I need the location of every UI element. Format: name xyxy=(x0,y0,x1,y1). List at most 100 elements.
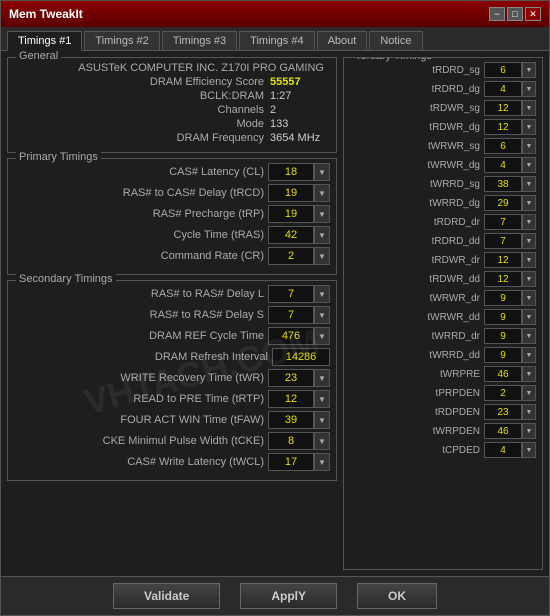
minimize-button[interactable]: − xyxy=(489,7,505,21)
primary-row-3: Cycle Time (tRAS) ▼ xyxy=(14,226,330,244)
tertiary-dropdown-4[interactable]: ▼ xyxy=(522,138,536,154)
tertiary-input-14[interactable] xyxy=(484,328,522,344)
secondary-input-7[interactable] xyxy=(268,432,314,450)
tertiary-row-label-18: tRDPDEN xyxy=(350,407,480,418)
tertiary-dropdown-18[interactable]: ▼ xyxy=(522,404,536,420)
secondary-dropdown-5[interactable]: ▼ xyxy=(314,390,330,408)
close-button[interactable]: ✕ xyxy=(525,7,541,21)
tertiary-dropdown-20[interactable]: ▼ xyxy=(522,442,536,458)
tertiary-dropdown-7[interactable]: ▼ xyxy=(522,195,536,211)
secondary-row-1: RAS# to RAS# Delay S ▼ xyxy=(14,306,330,324)
secondary-dropdown-8[interactable]: ▼ xyxy=(314,453,330,471)
secondary-input-2[interactable] xyxy=(268,327,314,345)
primary-dropdown-1[interactable]: ▼ xyxy=(314,184,330,202)
secondary-dropdown-7[interactable]: ▼ xyxy=(314,432,330,450)
primary-input-3[interactable] xyxy=(268,226,314,244)
tertiary-dropdown-11[interactable]: ▼ xyxy=(522,271,536,287)
tertiary-input-6[interactable] xyxy=(484,176,522,192)
tertiary-dropdown-10[interactable]: ▼ xyxy=(522,252,536,268)
tertiary-row-18: tRDPDEN ▼ xyxy=(350,404,536,420)
tertiary-dropdown-12[interactable]: ▼ xyxy=(522,290,536,306)
tertiary-input-5[interactable] xyxy=(484,157,522,173)
tab-timings1[interactable]: Timings #1 xyxy=(7,31,82,51)
secondary-input-0[interactable] xyxy=(268,285,314,303)
tertiary-input-17[interactable] xyxy=(484,385,522,401)
tertiary-row-14: tWRRD_dr ▼ xyxy=(350,328,536,344)
secondary-dropdown-6[interactable]: ▼ xyxy=(314,411,330,429)
secondary-row-label-4: WRITE Recovery Time (tWR) xyxy=(14,372,264,384)
apply-button[interactable]: ApplY xyxy=(240,583,337,609)
tertiary-input-18[interactable] xyxy=(484,404,522,420)
secondary-dropdown-1[interactable]: ▼ xyxy=(314,306,330,324)
tertiary-dropdown-9[interactable]: ▼ xyxy=(522,233,536,249)
tertiary-input-7[interactable] xyxy=(484,195,522,211)
tertiary-row-label-6: tWRRD_sg xyxy=(350,179,480,190)
tertiary-input-2[interactable] xyxy=(484,100,522,116)
maximize-button[interactable]: □ xyxy=(507,7,523,21)
tertiary-input-0[interactable] xyxy=(484,62,522,78)
validate-button[interactable]: Validate xyxy=(113,583,220,609)
tertiary-dropdown-13[interactable]: ▼ xyxy=(522,309,536,325)
tertiary-dropdown-8[interactable]: ▼ xyxy=(522,214,536,230)
secondary-input-1[interactable] xyxy=(268,306,314,324)
tertiary-input-9[interactable] xyxy=(484,233,522,249)
tertiary-input-11[interactable] xyxy=(484,271,522,287)
tertiary-input-15[interactable] xyxy=(484,347,522,363)
tertiary-dropdown-5[interactable]: ▼ xyxy=(522,157,536,173)
secondary-input-5[interactable] xyxy=(268,390,314,408)
right-panel: Tertiary Timings tRDRD_sg ▼ tRDRD_dg ▼ t… xyxy=(343,57,543,570)
tab-about[interactable]: About xyxy=(317,31,368,50)
secondary-input-6[interactable] xyxy=(268,411,314,429)
dram-efficiency-label: DRAM Efficiency Score xyxy=(150,76,264,88)
primary-dropdown-4[interactable]: ▼ xyxy=(314,247,330,265)
tertiary-input-19[interactable] xyxy=(484,423,522,439)
tertiary-dropdown-15[interactable]: ▼ xyxy=(522,347,536,363)
tertiary-dropdown-6[interactable]: ▼ xyxy=(522,176,536,192)
secondary-dropdown-2[interactable]: ▼ xyxy=(314,327,330,345)
tab-timings2[interactable]: Timings #2 xyxy=(84,31,159,50)
secondary-input-4[interactable] xyxy=(268,369,314,387)
tertiary-input-13[interactable] xyxy=(484,309,522,325)
main-content: VHTACH.COM General ASUSTeK COMPUTER INC.… xyxy=(1,51,549,576)
tertiary-input-4[interactable] xyxy=(484,138,522,154)
primary-dropdown-0[interactable]: ▼ xyxy=(314,163,330,181)
tertiary-input-1[interactable] xyxy=(484,81,522,97)
tertiary-dropdown-3[interactable]: ▼ xyxy=(522,119,536,135)
ok-button[interactable]: OK xyxy=(357,583,437,609)
tab-timings4[interactable]: Timings #4 xyxy=(239,31,314,50)
tab-timings3[interactable]: Timings #3 xyxy=(162,31,237,50)
primary-dropdown-2[interactable]: ▼ xyxy=(314,205,330,223)
primary-dropdown-3[interactable]: ▼ xyxy=(314,226,330,244)
left-panel: General ASUSTeK COMPUTER INC. Z170I PRO … xyxy=(7,57,337,570)
secondary-dropdown-0[interactable]: ▼ xyxy=(314,285,330,303)
tertiary-dropdown-17[interactable]: ▼ xyxy=(522,385,536,401)
tertiary-input-12[interactable] xyxy=(484,290,522,306)
tertiary-dropdown-0[interactable]: ▼ xyxy=(522,62,536,78)
tertiary-dropdown-1[interactable]: ▼ xyxy=(522,81,536,97)
primary-row-1: RAS# to CAS# Delay (tRCD) ▼ xyxy=(14,184,330,202)
secondary-input-8[interactable] xyxy=(268,453,314,471)
title-bar: Mem TweakIt − □ ✕ xyxy=(1,1,549,27)
tertiary-dropdown-16[interactable]: ▼ xyxy=(522,366,536,382)
tertiary-input-3[interactable] xyxy=(484,119,522,135)
tertiary-row-label-10: tRDWR_dr xyxy=(350,255,480,266)
primary-input-4[interactable] xyxy=(268,247,314,265)
tertiary-input-16[interactable] xyxy=(484,366,522,382)
tertiary-dropdown-2[interactable]: ▼ xyxy=(522,100,536,116)
tertiary-dropdown-14[interactable]: ▼ xyxy=(522,328,536,344)
tertiary-dropdown-19[interactable]: ▼ xyxy=(522,423,536,439)
secondary-row-label-7: CKE Minimul Pulse Width (tCKE) xyxy=(14,435,264,447)
tertiary-input-8[interactable] xyxy=(484,214,522,230)
primary-input-0[interactable] xyxy=(268,163,314,181)
tertiary-row-15: tWRRD_dd ▼ xyxy=(350,347,536,363)
tertiary-input-10[interactable] xyxy=(484,252,522,268)
tertiary-row-label-2: tRDWR_sg xyxy=(350,103,480,114)
tab-notice[interactable]: Notice xyxy=(369,31,422,50)
secondary-dropdown-4[interactable]: ▼ xyxy=(314,369,330,387)
tertiary-row-3: tRDWR_dg ▼ xyxy=(350,119,536,135)
primary-input-2[interactable] xyxy=(268,205,314,223)
secondary-input-3[interactable] xyxy=(272,348,330,366)
primary-input-1[interactable] xyxy=(268,184,314,202)
secondary-row-label-8: CAS# Write Latency (tWCL) xyxy=(14,456,264,468)
tertiary-input-20[interactable] xyxy=(484,442,522,458)
